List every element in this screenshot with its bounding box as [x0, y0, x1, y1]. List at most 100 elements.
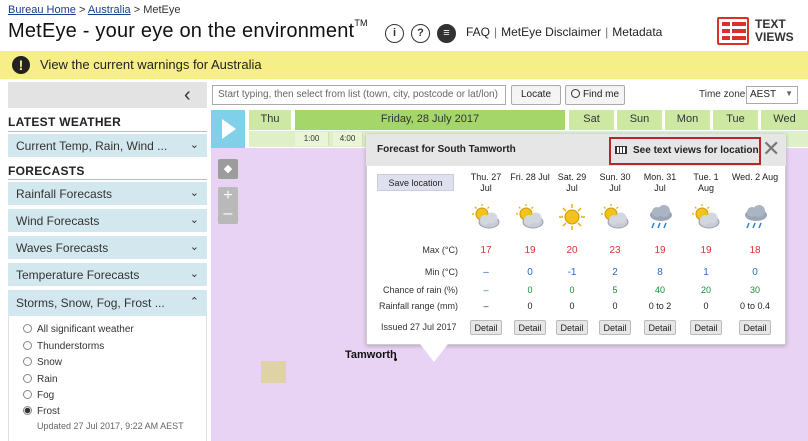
detail-button[interactable]: Detail	[470, 320, 502, 335]
text-views-word-2: VIEWS	[755, 30, 794, 44]
max-value: 17	[480, 245, 492, 256]
zoom-out-button[interactable]: –	[218, 205, 238, 223]
day-tab-sun[interactable]: Sun	[617, 110, 662, 130]
day-tab-sat[interactable]: Sat	[569, 110, 614, 130]
max-value: 19	[654, 245, 666, 256]
detail-button[interactable]: Detail	[690, 320, 722, 335]
detail-button[interactable]: Detail	[556, 320, 588, 335]
option-label: All significant weather	[37, 324, 134, 335]
detail-button[interactable]: Detail	[644, 320, 676, 335]
collapse-sidebar-icon[interactable]: ‹	[184, 84, 191, 107]
town-marker	[394, 358, 397, 361]
day-tab-tue[interactable]: Tue	[713, 110, 758, 130]
disclaimer-link[interactable]: MetEye Disclaimer	[501, 25, 601, 39]
day-tab-thu[interactable]: Thu	[249, 110, 291, 130]
radio-icon[interactable]	[23, 374, 32, 383]
metadata-link[interactable]: Metadata	[612, 25, 662, 39]
sidebar-item-label: Waves Forecasts	[16, 241, 109, 255]
sidebar-item-wind[interactable]: Wind Forecasts ⌄	[8, 209, 207, 233]
detail-button[interactable]: Detail	[514, 320, 546, 335]
chevron-down-icon: ⌄	[189, 139, 199, 151]
rain-range-value: 0 to 0.4	[739, 301, 771, 311]
option-thunderstorms[interactable]: Thunderstorms	[23, 341, 104, 352]
updated-timestamp: Updated 27 Jul 2017, 9:22 AM AEST	[37, 421, 184, 431]
sidebar-item-storms[interactable]: Storms, Snow, Fog, Frost ... ⌃	[8, 290, 207, 316]
sidebar-item-temperature[interactable]: Temperature Forecasts ⌄	[8, 263, 207, 287]
info-icon[interactable]: i	[385, 24, 404, 43]
min-value: 0	[752, 267, 758, 278]
rain-range-value: 0	[612, 301, 618, 311]
radio-selected-icon[interactable]	[23, 406, 32, 415]
rain-chance-value: 20	[700, 285, 711, 295]
warning-link[interactable]: View the current warnings for Australia	[40, 57, 262, 72]
detail-button[interactable]: Detail	[739, 320, 771, 335]
forecast-day-header: Sat. 29 Jul	[557, 172, 587, 193]
option-frost[interactable]: Frost	[23, 406, 60, 417]
zoom-control: + –	[218, 187, 238, 224]
option-fog[interactable]: Fog	[23, 390, 54, 401]
option-all-significant[interactable]: All significant weather	[23, 324, 134, 335]
map-town-label: Tamworth	[345, 349, 397, 361]
sidebar-item-label: Current Temp, Rain, Wind ...	[16, 139, 168, 153]
rain-chance-value: 5	[612, 285, 618, 295]
text-views-logo[interactable]: TEXT VIEWS	[717, 17, 797, 45]
breadcrumb-current: MetEye	[143, 4, 181, 16]
header-links: FAQ | MetEye Disclaimer | Metadata	[466, 25, 663, 39]
play-button[interactable]	[211, 110, 245, 148]
timezone-value: AEST	[750, 89, 777, 100]
sidebar-item-waves[interactable]: Waves Forecasts ⌄	[8, 236, 207, 260]
breadcrumb-australia[interactable]: Australia	[88, 4, 131, 16]
help-icon[interactable]: ?	[411, 24, 430, 43]
warning-bar[interactable]: ! View the current warnings for Australi…	[0, 51, 808, 79]
radio-icon[interactable]	[23, 324, 32, 333]
hour-tick[interactable]: 4:00	[333, 132, 363, 146]
sidebar-item-label: Wind Forecasts	[16, 214, 100, 228]
location-search-input[interactable]: Start typing, then select from list (tow…	[212, 85, 506, 105]
partly-cloudy-icon	[600, 203, 630, 231]
chevron-down-icon: ⌄	[189, 268, 199, 280]
play-icon	[222, 119, 236, 139]
timezone-select[interactable]: AEST ▼	[746, 86, 798, 104]
sidebar-item-current-temp[interactable]: Current Temp, Rain, Wind ... ⌄	[8, 134, 207, 158]
option-rain[interactable]: Rain	[23, 374, 58, 385]
zoom-in-button[interactable]: +	[218, 187, 238, 205]
partly-cloudy-icon	[691, 203, 721, 231]
radio-icon[interactable]	[23, 341, 32, 350]
australia-icon[interactable]: ◆	[218, 159, 238, 179]
breadcrumb-bureau-home[interactable]: Bureau Home	[8, 4, 76, 16]
option-label: Thunderstorms	[37, 341, 105, 352]
min-value: -1	[567, 267, 577, 278]
find-me-button[interactable]: Find me	[565, 85, 625, 105]
day-tab-mon[interactable]: Mon	[665, 110, 710, 130]
day-tab-fri[interactable]: Friday, 28 July 2017	[295, 110, 565, 130]
forecast-day-header: Mon. 31 Jul	[643, 172, 677, 193]
app-name: MetEye	[8, 20, 78, 42]
detail-button[interactable]: Detail	[599, 320, 631, 335]
option-label: Rain	[37, 374, 58, 385]
see-text-views-button[interactable]: See text views for location	[609, 137, 761, 165]
rain-chance-value: 30	[749, 285, 760, 295]
faq-link[interactable]: FAQ	[466, 25, 490, 39]
radio-icon[interactable]	[23, 357, 32, 366]
chevron-up-icon: ⌃	[189, 296, 199, 308]
sidebar-item-rainfall[interactable]: Rainfall Forecasts ⌄	[8, 182, 207, 206]
close-icon[interactable]: ✕	[762, 138, 780, 160]
max-value: 19	[700, 245, 712, 256]
min-value: –	[483, 267, 489, 278]
save-location-button[interactable]: Save location	[377, 174, 454, 191]
hour-tick[interactable]: 1:00	[295, 132, 329, 146]
feedback-icon[interactable]: ≡	[437, 24, 456, 43]
min-value: 0	[527, 267, 533, 278]
min-temp-label: Min (°C)	[424, 267, 458, 277]
exclamation-icon: !	[12, 56, 30, 74]
locate-button[interactable]: Locate	[511, 85, 561, 105]
rain-chance-label: Chance of rain (%)	[382, 285, 458, 295]
option-snow[interactable]: Snow	[23, 357, 62, 368]
rain-range-value: 0	[527, 301, 533, 311]
forecast-day-header: Sun. 30 Jul	[599, 172, 631, 193]
partly-cloudy-icon	[515, 203, 545, 231]
min-value: 2	[612, 267, 618, 278]
radio-icon[interactable]	[23, 390, 32, 399]
day-tab-wed[interactable]: Wed	[761, 110, 808, 130]
timezone-label: Time zone	[699, 89, 746, 100]
